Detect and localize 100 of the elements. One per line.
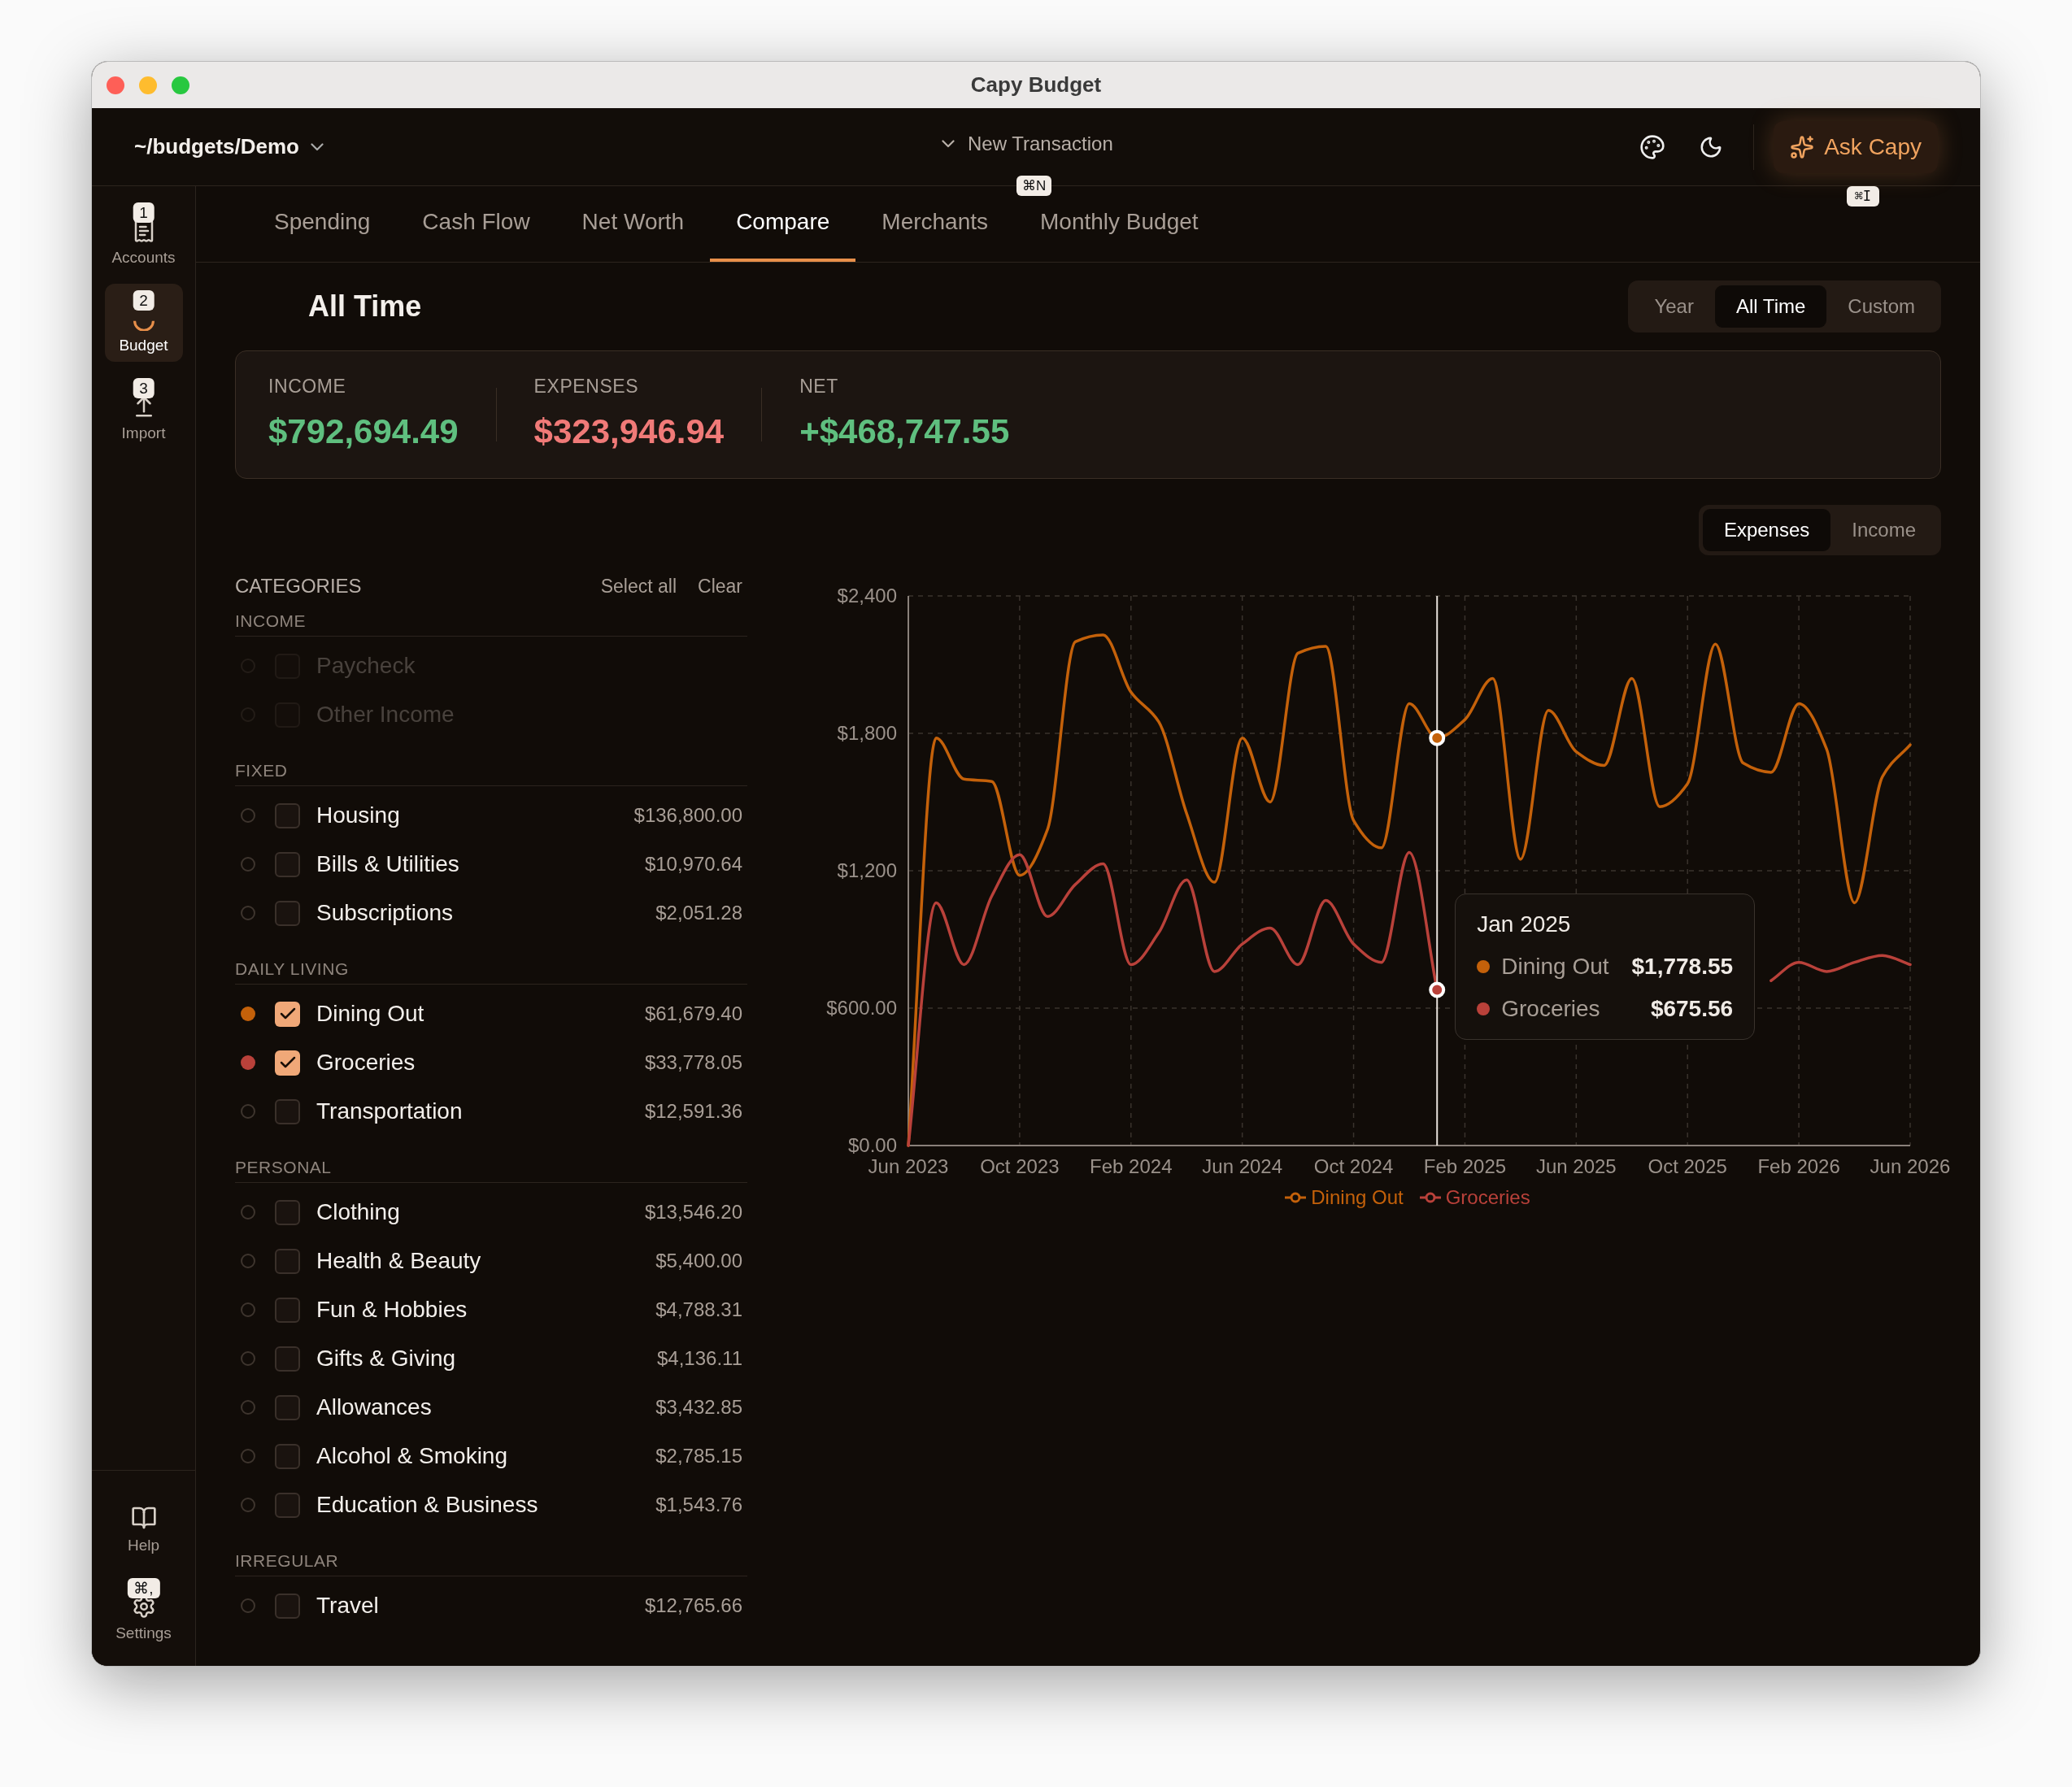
shortcut-badge: ⌘, — [127, 1578, 160, 1598]
category-amount: $61,679.40 — [644, 1002, 742, 1026]
summary-amount: $792,694.49 — [268, 411, 459, 452]
x-tick-label: Feb 2026 — [1757, 1155, 1840, 1177]
sidebar-item[interactable]: 3 Import — [104, 372, 183, 450]
budget-path-dropdown[interactable]: ~/budgets/Demo — [134, 131, 324, 163]
category-checkbox[interactable] — [275, 802, 300, 828]
x-tick-label: Oct 2023 — [980, 1155, 1060, 1177]
tab[interactable]: Cash Flow — [396, 185, 556, 262]
minimize-button[interactable] — [139, 76, 157, 94]
mode-option[interactable]: Income — [1830, 509, 1937, 551]
category-checkbox[interactable] — [275, 1346, 300, 1372]
group-heading: FIXED — [235, 759, 288, 781]
category-name: Housing — [316, 802, 400, 829]
ask-capy-button[interactable]: Ask Capy — [1774, 120, 1938, 173]
sidebar-item[interactable]: 1 Accounts — [104, 196, 183, 274]
category-amount: $4,136.11 — [657, 1346, 742, 1371]
x-tick-label: Jun 2025 — [1535, 1155, 1617, 1177]
x-tick-label: Feb 2025 — [1423, 1155, 1507, 1177]
sidebar-item[interactable]: Help — [104, 1484, 183, 1562]
tab[interactable]: Spending — [248, 185, 397, 262]
period-title: All Time — [308, 289, 422, 324]
category-name: Health & Beauty — [316, 1247, 481, 1275]
category-amount: $5,400.00 — [655, 1249, 742, 1273]
category-name: Allowances — [316, 1394, 432, 1421]
category-checkbox[interactable] — [275, 1199, 300, 1225]
y-tick-label: $0.00 — [847, 1134, 897, 1156]
category-checkbox[interactable] — [275, 1297, 300, 1323]
y-tick-label: $1,800 — [837, 722, 897, 744]
chevron-down-icon — [311, 142, 324, 151]
tooltip-title: Jan 2025 — [1477, 911, 1572, 938]
category-name: Alcohol & Smoking — [316, 1442, 507, 1470]
x-tick-label: Feb 2024 — [1090, 1155, 1173, 1177]
y-tick-label: $1,200 — [837, 859, 897, 881]
category-name: Fun & Hobbies — [316, 1296, 468, 1324]
category-checkbox[interactable] — [275, 1443, 300, 1469]
hover-point — [1429, 729, 1446, 746]
tab[interactable]: Compare — [710, 185, 856, 262]
hover-point — [1429, 981, 1446, 998]
period-option[interactable]: All Time — [1714, 285, 1827, 328]
category-checkbox[interactable] — [275, 1098, 300, 1124]
category-checkbox[interactable] — [275, 1593, 300, 1619]
palette-icon — [1639, 133, 1666, 160]
category-amount: $2,051.28 — [655, 901, 742, 925]
y-tick-label: $2,400 — [837, 585, 897, 607]
x-tick-label: Jun 2024 — [1202, 1155, 1283, 1177]
legend-label[interactable]: Groceries — [1445, 1183, 1530, 1212]
mode-option[interactable]: Expenses — [1702, 509, 1831, 551]
category-checkbox[interactable] — [275, 1050, 300, 1076]
category-amount: $136,800.00 — [633, 803, 742, 828]
select-all-button[interactable]: Select all — [600, 572, 677, 601]
category-amount: $2,785.15 — [655, 1444, 742, 1468]
x-tick-label: Oct 2025 — [1648, 1155, 1727, 1177]
half-ring-icon — [133, 319, 155, 331]
summary-label: NET — [799, 375, 839, 399]
category-amount: $3,432.85 — [655, 1395, 742, 1420]
group-heading: INCOME — [235, 610, 307, 632]
clear-button[interactable]: Clear — [698, 572, 742, 601]
group-heading: IRREGULAR — [235, 1550, 339, 1572]
category-checkbox[interactable] — [275, 1394, 300, 1420]
category-checkbox[interactable] — [275, 851, 300, 877]
category-name: Travel — [316, 1592, 379, 1620]
tooltip-label: Dining Out — [1501, 953, 1610, 980]
legend-line-icon — [1285, 1192, 1307, 1203]
tooltip-label: Groceries — [1501, 995, 1601, 1023]
shortcut-badge: 3 — [133, 378, 155, 398]
category-name: Groceries — [316, 1049, 416, 1076]
period-option[interactable]: Year — [1633, 285, 1715, 328]
close-button[interactable] — [107, 76, 124, 94]
chevron-down-icon — [942, 140, 955, 148]
tab[interactable]: Merchants — [855, 185, 1015, 262]
sidebar-item[interactable]: 2 Budget — [104, 284, 183, 362]
category-amount: $12,591.36 — [644, 1099, 742, 1124]
category-checkbox[interactable] — [275, 1492, 300, 1518]
tab[interactable]: Net Worth — [555, 185, 711, 262]
shortcut-badge: 2 — [133, 290, 155, 311]
group-heading: PERSONAL — [235, 1156, 332, 1178]
x-tick-label: Jun 2023 — [868, 1155, 949, 1177]
legend-line-icon — [1419, 1192, 1441, 1203]
legend-label[interactable]: Dining Out — [1311, 1183, 1404, 1212]
category-amount: $4,788.31 — [655, 1298, 742, 1322]
shortcut-badge: ⌘N — [1016, 176, 1052, 196]
period-option[interactable]: Custom — [1826, 285, 1936, 328]
new-transaction-button[interactable]: New Transaction — [942, 129, 1113, 159]
y-tick-label: $600.00 — [826, 997, 897, 1019]
group-heading: DAILY LIVING — [235, 958, 349, 980]
category-checkbox[interactable] — [275, 1248, 300, 1274]
category-name: Clothing — [316, 1198, 400, 1226]
sparkles-icon — [1790, 134, 1815, 159]
zoom-button[interactable] — [172, 76, 189, 94]
category-name: Dining Out — [316, 1000, 424, 1028]
summary-amount: $323,946.94 — [533, 411, 725, 452]
summary-label: INCOME — [268, 375, 347, 399]
sidebar-item[interactable]: ⌘, Settings — [104, 1572, 183, 1650]
category-checkbox[interactable] — [275, 1001, 300, 1027]
category-name: Education & Business — [316, 1491, 538, 1519]
categories-heading: CATEGORIES — [235, 574, 362, 598]
tooltip-value: $1,778.55 — [1631, 953, 1734, 980]
category-checkbox[interactable] — [275, 900, 300, 926]
category-amount: $10,970.64 — [644, 852, 742, 876]
